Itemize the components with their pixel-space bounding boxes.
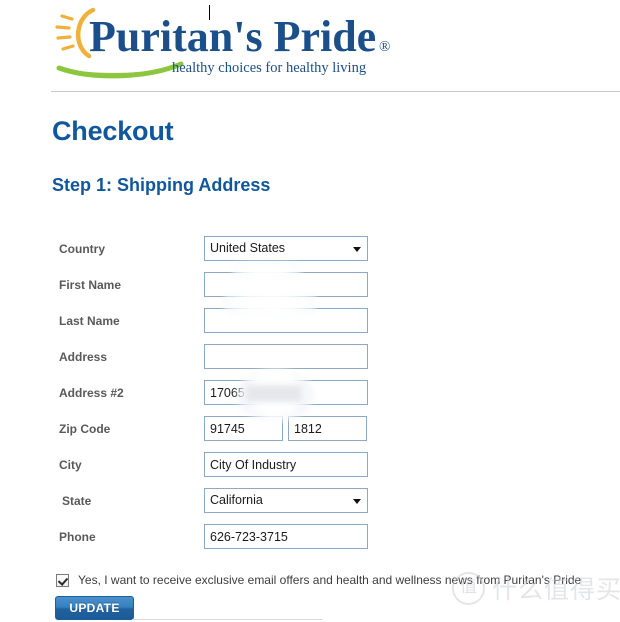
field-country: United States <box>204 236 368 261</box>
field-address <box>204 344 368 369</box>
form-row-address-2: Address #2 <box>0 380 620 416</box>
form-row-address: Address <box>0 344 620 380</box>
field-zip-code-extension <box>288 416 367 441</box>
form-row-last-name: Last Name <box>0 308 620 344</box>
state-select[interactable]: California <box>204 488 368 513</box>
country-select-value: United States <box>210 241 286 255</box>
shipping-address-form: Country United States First Name Last Na… <box>0 236 620 560</box>
city-input[interactable] <box>204 452 368 477</box>
form-row-city: City <box>0 452 620 488</box>
field-phone <box>204 524 368 549</box>
update-button[interactable]: UPDATE <box>55 596 134 620</box>
chevron-down-icon <box>353 246 361 252</box>
logo-tagline: healthy choices for healthy living <box>172 60 366 76</box>
state-select-value: California <box>210 493 263 507</box>
form-row-first-name: First Name <box>0 272 620 308</box>
form-row-state: State California <box>0 488 620 524</box>
page-title: Checkout <box>52 116 174 146</box>
form-row-phone: Phone <box>0 524 620 560</box>
field-address-2 <box>204 380 368 405</box>
logo-wordmark: Puritan's Pride <box>89 12 376 61</box>
label-phone: Phone <box>59 530 96 544</box>
phone-input[interactable] <box>204 524 368 549</box>
sun-icon <box>55 7 96 59</box>
label-country: Country <box>59 242 105 256</box>
text-cursor-caret <box>209 5 210 20</box>
bottom-divider <box>132 619 322 620</box>
label-city: City <box>59 458 82 472</box>
label-first-name: First Name <box>59 278 122 292</box>
address-2-input[interactable] <box>204 380 368 405</box>
puritans-pride-logo[interactable]: Puritan's Pride ® healthy choices for he… <box>53 4 393 84</box>
form-row-country: Country United States <box>0 236 620 272</box>
email-optin-label: Yes, I want to receive exclusive email o… <box>78 573 582 587</box>
site-header: Puritan's Pride ® healthy choices for he… <box>0 0 620 92</box>
email-optin-checkbox[interactable] <box>56 573 69 587</box>
field-city <box>204 452 368 477</box>
logo-svg: Puritan's Pride ® healthy choices for he… <box>55 7 390 79</box>
field-zip-code-primary <box>204 416 283 441</box>
header-divider <box>51 91 620 92</box>
field-state: California <box>204 488 368 513</box>
form-row-zip-code: Zip Code <box>0 416 620 452</box>
chevron-down-icon <box>353 498 361 504</box>
field-first-name <box>204 272 368 297</box>
label-address-2: Address #2 <box>59 386 124 400</box>
label-address: Address <box>59 350 108 364</box>
zip-code-extension-input[interactable] <box>288 416 367 441</box>
last-name-input[interactable] <box>204 308 368 333</box>
label-state: State <box>62 494 92 508</box>
country-select[interactable]: United States <box>204 236 368 261</box>
email-optin-row: Yes, I want to receive exclusive email o… <box>56 573 581 587</box>
address-input[interactable] <box>204 344 368 369</box>
step-title: Step 1: Shipping Address <box>52 175 271 195</box>
logo-registered-mark: ® <box>379 39 390 55</box>
zip-code-input[interactable] <box>204 416 283 441</box>
field-last-name <box>204 308 368 333</box>
label-zip-code: Zip Code <box>59 422 111 436</box>
first-name-input[interactable] <box>204 272 368 297</box>
label-last-name: Last Name <box>59 314 120 328</box>
